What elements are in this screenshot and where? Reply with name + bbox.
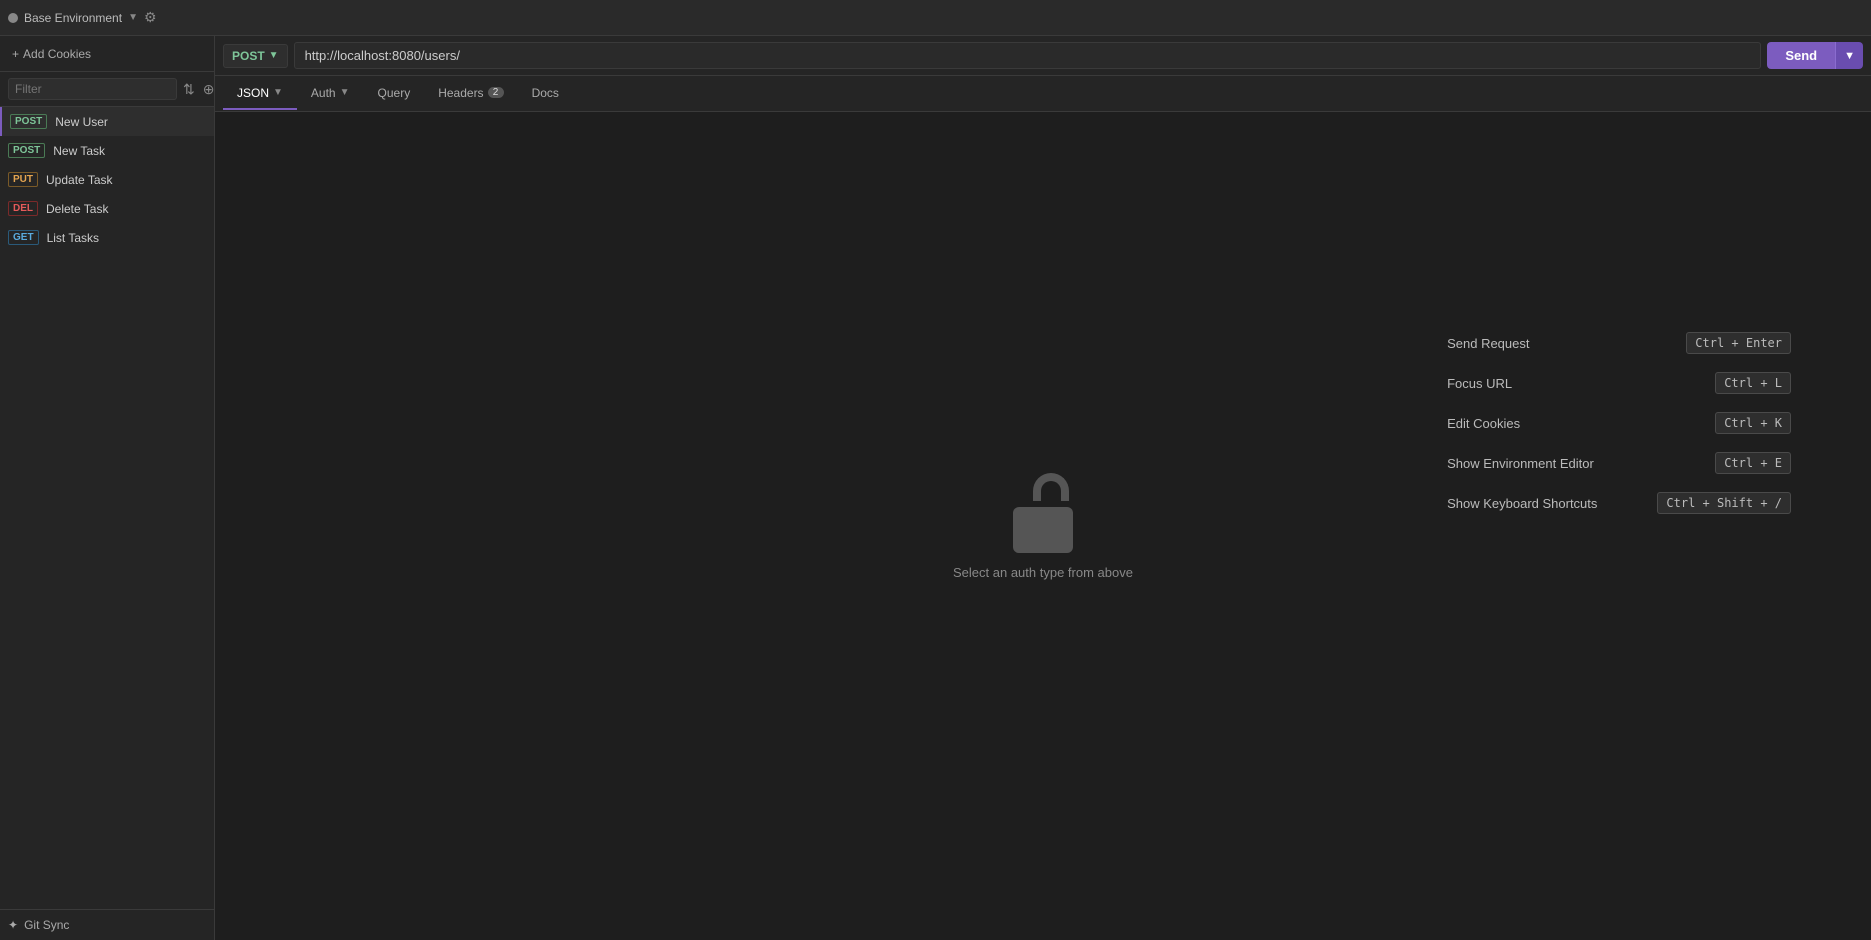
env-chevron-icon: ▼: [128, 12, 138, 23]
sidebar-item-update-task[interactable]: PUT Update Task: [0, 165, 214, 194]
tab-headers[interactable]: Headers 2: [424, 78, 517, 110]
sidebar-item-name: New Task: [53, 144, 105, 158]
tab-label-auth: Auth: [311, 86, 336, 100]
method-badge: PUT: [8, 172, 38, 187]
sidebar-item-name: New User: [55, 115, 108, 129]
sidebar-item-name: Update Task: [46, 173, 113, 187]
env-label: Base Environment: [24, 11, 122, 25]
send-arrow-button[interactable]: ▼: [1835, 42, 1863, 69]
main-layout: + Add Cookies ⇅ ⊕ POST New User POST New…: [0, 36, 1871, 940]
tab-label-json: JSON: [237, 86, 269, 100]
shortcut-label-show-keyboard-shortcuts: Show Keyboard Shortcuts: [1447, 496, 1597, 511]
shortcuts-panel: Send Request Ctrl + Enter Focus URL Ctrl…: [1447, 332, 1791, 532]
send-button[interactable]: Send: [1767, 42, 1835, 69]
tab-label-headers: Headers: [438, 86, 483, 100]
content-area: POST ▼ Send ▼ JSON ▼ Auth ▼ Query Headers 2 Doc…: [215, 36, 1871, 940]
method-chevron-icon: ▼: [269, 50, 279, 61]
git-sync-button[interactable]: ✦ Git Sync: [8, 918, 206, 932]
send-btn-group: Send ▼: [1767, 42, 1863, 69]
filter-input[interactable]: [8, 78, 177, 100]
tab-json[interactable]: JSON ▼: [223, 78, 297, 110]
sidebar: + Add Cookies ⇅ ⊕ POST New User POST New…: [0, 36, 215, 940]
shortcut-row-show-env-editor: Show Environment Editor Ctrl + E: [1447, 452, 1791, 474]
sidebar-top-bar: + Add Cookies: [0, 36, 214, 72]
tab-arrow-auth: ▼: [340, 87, 350, 98]
shortcut-key-edit-cookies: Ctrl + K: [1715, 412, 1791, 434]
method-badge: GET: [8, 230, 39, 245]
shortcut-key-show-env-editor: Ctrl + E: [1715, 452, 1791, 474]
git-sync-label: Git Sync: [24, 918, 69, 932]
tab-auth[interactable]: Auth ▼: [297, 78, 364, 110]
auth-hint-text: Select an auth type from above: [953, 565, 1133, 580]
method-badge: POST: [8, 143, 45, 158]
env-selector[interactable]: Base Environment ▼ ⚙: [8, 9, 157, 26]
filter-bar: ⇅ ⊕: [0, 72, 214, 107]
filter-sort-icon[interactable]: ⇅: [181, 79, 197, 100]
shortcut-label-edit-cookies: Edit Cookies: [1447, 416, 1520, 431]
sidebar-footer: ✦ Git Sync: [0, 909, 214, 940]
shortcut-key-send-request: Ctrl + Enter: [1686, 332, 1791, 354]
method-badge: POST: [10, 114, 47, 129]
unlock-shackle: [1033, 473, 1069, 501]
tab-docs[interactable]: Docs: [518, 78, 573, 110]
tab-label-query: Query: [378, 86, 411, 100]
env-dot-icon: [8, 13, 18, 23]
shortcut-label-focus-url: Focus URL: [1447, 376, 1512, 391]
add-cookies-label: Add Cookies: [23, 47, 91, 61]
method-label: POST: [232, 49, 265, 63]
sidebar-item-new-user[interactable]: POST New User: [0, 107, 214, 136]
url-input[interactable]: [294, 42, 1762, 69]
sidebar-item-new-task[interactable]: POST New Task: [0, 136, 214, 165]
method-badge: DEL: [8, 201, 38, 216]
sidebar-item-name: List Tasks: [47, 231, 99, 245]
env-gear-icon[interactable]: ⚙: [144, 9, 157, 26]
unlock-body: [1013, 507, 1073, 553]
shortcut-row-send-request: Send Request Ctrl + Enter: [1447, 332, 1791, 354]
shortcut-key-show-keyboard-shortcuts: Ctrl + Shift + /: [1657, 492, 1791, 514]
plus-icon: +: [12, 47, 19, 61]
method-selector[interactable]: POST ▼: [223, 44, 288, 68]
sidebar-item-name: Delete Task: [46, 202, 108, 216]
sidebar-item-list-tasks[interactable]: GET List Tasks: [0, 223, 214, 252]
tabs-bar: JSON ▼ Auth ▼ Query Headers 2 Docs: [215, 76, 1871, 112]
tab-badge-headers: 2: [488, 87, 504, 98]
main-panel: Select an auth type from above Send Requ…: [215, 112, 1871, 940]
shortcut-label-send-request: Send Request: [1447, 336, 1529, 351]
url-bar: POST ▼ Send ▼: [215, 36, 1871, 76]
add-cookies-button[interactable]: + Add Cookies: [8, 45, 95, 63]
shortcut-row-edit-cookies: Edit Cookies Ctrl + K: [1447, 412, 1791, 434]
shortcut-row-show-keyboard-shortcuts: Show Keyboard Shortcuts Ctrl + Shift + /: [1447, 492, 1791, 514]
shortcut-row-focus-url: Focus URL Ctrl + L: [1447, 372, 1791, 394]
shortcut-key-focus-url: Ctrl + L: [1715, 372, 1791, 394]
top-bar: Base Environment ▼ ⚙: [0, 0, 1871, 36]
sidebar-item-delete-task[interactable]: DEL Delete Task: [0, 194, 214, 223]
auth-unlock-panel: Select an auth type from above: [953, 473, 1133, 580]
unlock-icon: [1008, 473, 1078, 553]
tab-arrow-json: ▼: [273, 87, 283, 98]
git-icon: ✦: [8, 918, 18, 932]
tab-label-docs: Docs: [532, 86, 559, 100]
shortcut-label-show-env-editor: Show Environment Editor: [1447, 456, 1594, 471]
tab-query[interactable]: Query: [364, 78, 425, 110]
sidebar-list: POST New User POST New Task PUT Update T…: [0, 107, 214, 909]
